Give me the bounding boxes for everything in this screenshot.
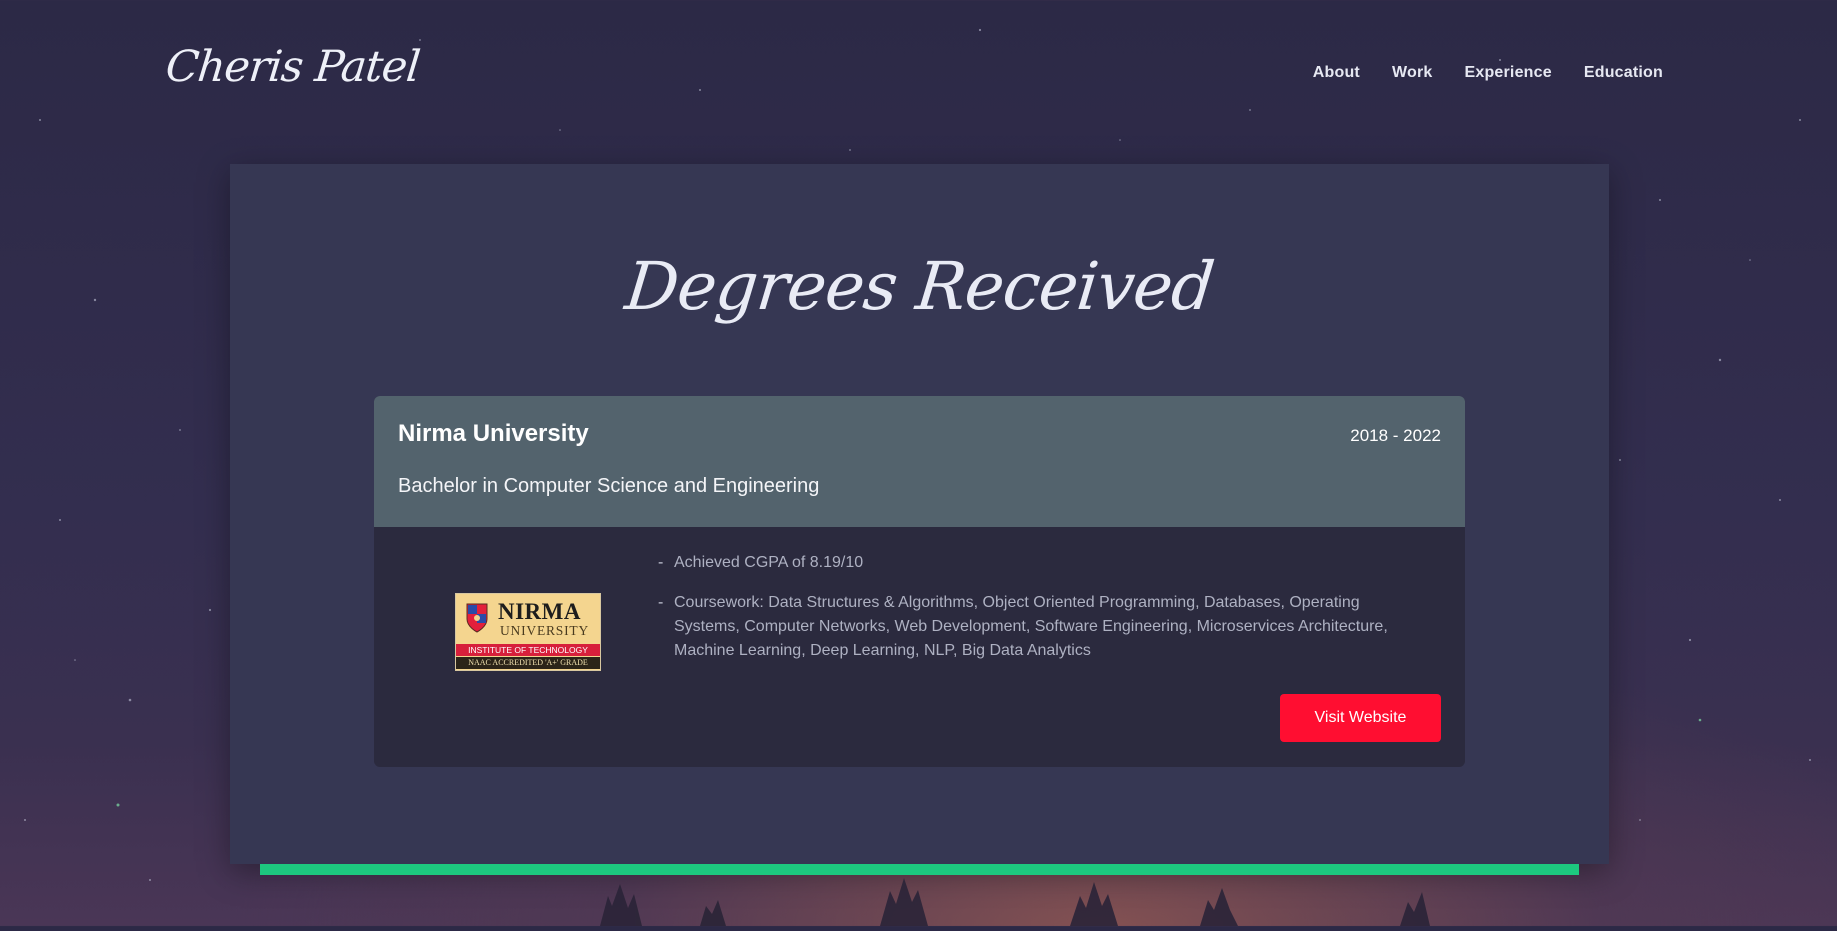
- university-logo: NIRMA UNIVERSITY INSTITUTE OF TECHNOLOGY…: [455, 593, 601, 671]
- degree-years: 2018 - 2022: [1350, 426, 1441, 445]
- degree-details-list: Achieved CGPA of 8.19/10 Coursework: Dat…: [658, 551, 1418, 679]
- degree-title: Bachelor in Computer Science and Enginee…: [398, 475, 820, 497]
- logo-band-line: INSTITUTE OF TECHNOLOGY: [456, 644, 600, 656]
- logo-sub-line: UNIVERSITY: [500, 623, 589, 638]
- logo-name-line: NIRMA: [498, 599, 581, 624]
- degree-card: Nirma University 2018 - 2022 Bachelor in…: [374, 396, 1465, 767]
- logo-footer-line: NAAC ACCREDITED 'A+' GRADE: [456, 657, 600, 669]
- nav-education[interactable]: Education: [1584, 64, 1663, 82]
- main-nav: About Work Experience Education: [1313, 64, 1663, 82]
- education-section-panel: Degrees Received Nirma University 2018 -…: [230, 164, 1609, 864]
- visit-website-button[interactable]: Visit Website: [1280, 694, 1441, 742]
- section-title: Degrees Received: [621, 248, 1218, 325]
- nav-work[interactable]: Work: [1392, 64, 1433, 82]
- degree-card-body: NIRMA UNIVERSITY INSTITUTE OF TECHNOLOGY…: [374, 527, 1465, 767]
- nav-about[interactable]: About: [1313, 64, 1360, 82]
- list-item-coursework: Coursework: Data Structures & Algorithms…: [658, 591, 1418, 663]
- brand-logo-text[interactable]: Cheris Patel: [163, 42, 421, 92]
- degree-card-header: Nirma University 2018 - 2022 Bachelor in…: [374, 396, 1465, 527]
- trees-silhouette: [0, 866, 1837, 926]
- institution-name: Nirma University: [398, 420, 589, 447]
- shield-icon: [466, 603, 488, 633]
- nav-experience[interactable]: Experience: [1464, 64, 1551, 82]
- accent-bar: [260, 864, 1579, 875]
- list-item-cgpa: Achieved CGPA of 8.19/10: [658, 551, 1418, 575]
